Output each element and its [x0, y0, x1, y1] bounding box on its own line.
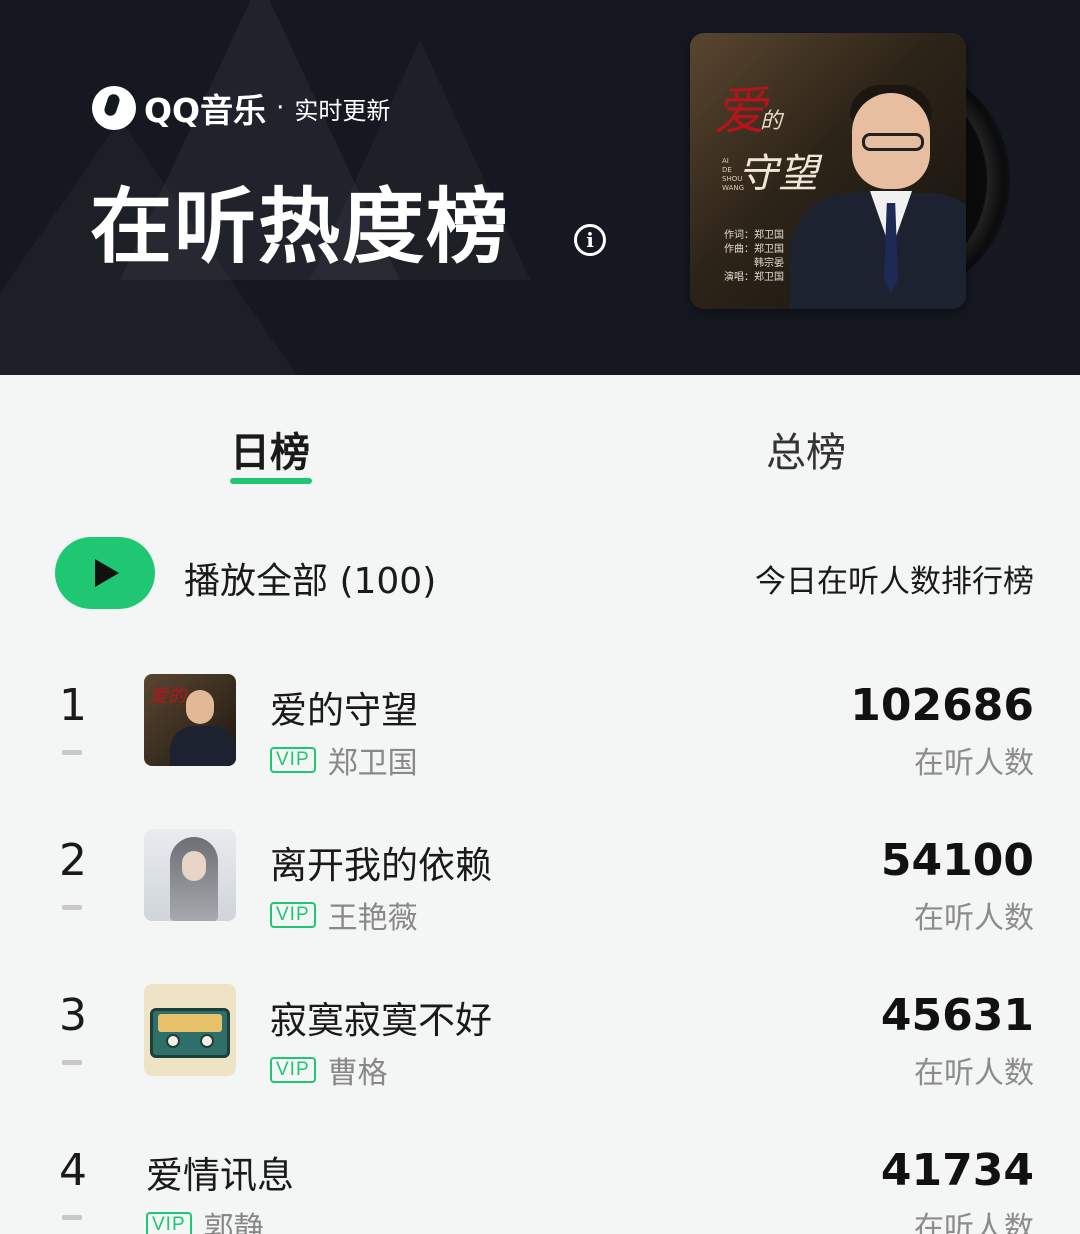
rank-change-indicator	[62, 1215, 82, 1220]
cover-title-char: 爱	[714, 82, 767, 142]
listener-count: 54100	[880, 835, 1034, 886]
song-meta: VIP 曹格	[270, 1048, 388, 1092]
brand-subtitle: 实时更新	[294, 96, 391, 125]
info-icon[interactable]: i	[574, 224, 606, 256]
qq-music-logo-icon	[92, 86, 136, 130]
brand-separator: ·	[276, 93, 285, 123]
play-all-label[interactable]: 播放全部 (100)	[184, 552, 436, 604]
listener-count: 45631	[880, 990, 1034, 1041]
page-title: 在听热度榜	[90, 180, 511, 275]
brand: QQ音乐 · 实时更新	[92, 84, 390, 132]
song-cover	[144, 984, 236, 1076]
listener-count: 41734	[880, 1145, 1034, 1196]
chart-description: 今日在听人数排行榜	[755, 564, 1034, 600]
rank-number: 1	[59, 680, 87, 731]
vip-badge: VIP	[270, 747, 316, 773]
rank-change-indicator	[62, 1060, 82, 1065]
album-cover[interactable]: 爱 的 守望 AI DE SHOU WANG 作词：郑卫国 作曲：郑卫国 韩宗晏…	[690, 33, 966, 309]
song-row[interactable]: 1 爱的 爱的守望 VIP 郑卫国 102686 在听人数	[0, 674, 1080, 830]
cover-title-chars: 守望	[738, 151, 818, 197]
song-title: 寂寞寂寞不好	[270, 999, 492, 1042]
play-all-button[interactable]	[55, 537, 155, 609]
listener-count-label: 在听人数	[914, 901, 1034, 936]
listener-count: 102686	[850, 680, 1034, 731]
active-tab-indicator	[230, 478, 312, 484]
song-row[interactable]: 3 寂寞寂寞不好 VIP 曹格 45631 在听人数	[0, 984, 1080, 1140]
listener-count-label: 在听人数	[914, 746, 1034, 781]
song-title: 爱的守望	[270, 689, 418, 732]
rank-number: 2	[59, 835, 87, 886]
listener-count-label: 在听人数	[914, 1056, 1034, 1091]
song-meta: VIP 王艳薇	[270, 893, 418, 937]
artist-name: 王艳薇	[327, 901, 418, 936]
rank-change-indicator	[62, 905, 82, 910]
cover-pinyin: AI DE SHOU WANG	[722, 157, 744, 192]
brand-name: QQ音乐	[144, 91, 267, 130]
song-title: 爱情讯息	[146, 1154, 294, 1197]
artist-name: 曹格	[327, 1056, 388, 1091]
chart-header: QQ音乐 · 实时更新 在听热度榜 i 爱 的 守望 AI DE SHOU WA…	[0, 0, 1080, 375]
rank-number: 4	[59, 1145, 87, 1196]
listener-count-label: 在听人数	[914, 1211, 1034, 1234]
song-title: 离开我的依赖	[270, 844, 492, 887]
vip-badge: VIP	[270, 1057, 316, 1083]
vip-badge: VIP	[146, 1212, 192, 1234]
rank-number: 3	[59, 990, 87, 1041]
rank-change-indicator	[62, 750, 82, 755]
song-meta: VIP 郑卫国	[270, 738, 418, 782]
song-cover	[144, 829, 236, 921]
cover-credits: 作词：郑卫国 作曲：郑卫国 韩宗晏 演唱：郑卫国	[724, 230, 784, 283]
song-cover: 爱的	[144, 674, 236, 766]
tab-overall[interactable]: 总榜	[766, 420, 846, 478]
tab-daily[interactable]: 日榜	[230, 420, 310, 478]
cover-title-char: 的	[760, 109, 783, 134]
artist-name: 郑卫国	[327, 746, 418, 781]
song-row[interactable]: 2 离开我的依赖 VIP 王艳薇 54100 在听人数	[0, 829, 1080, 985]
vip-badge: VIP	[270, 902, 316, 928]
artist-name: 郭静	[203, 1211, 264, 1234]
song-row[interactable]: 4 爱情讯息 VIP 郭静 41734 在听人数	[0, 1145, 1080, 1234]
song-meta: VIP 郭静	[146, 1203, 264, 1234]
